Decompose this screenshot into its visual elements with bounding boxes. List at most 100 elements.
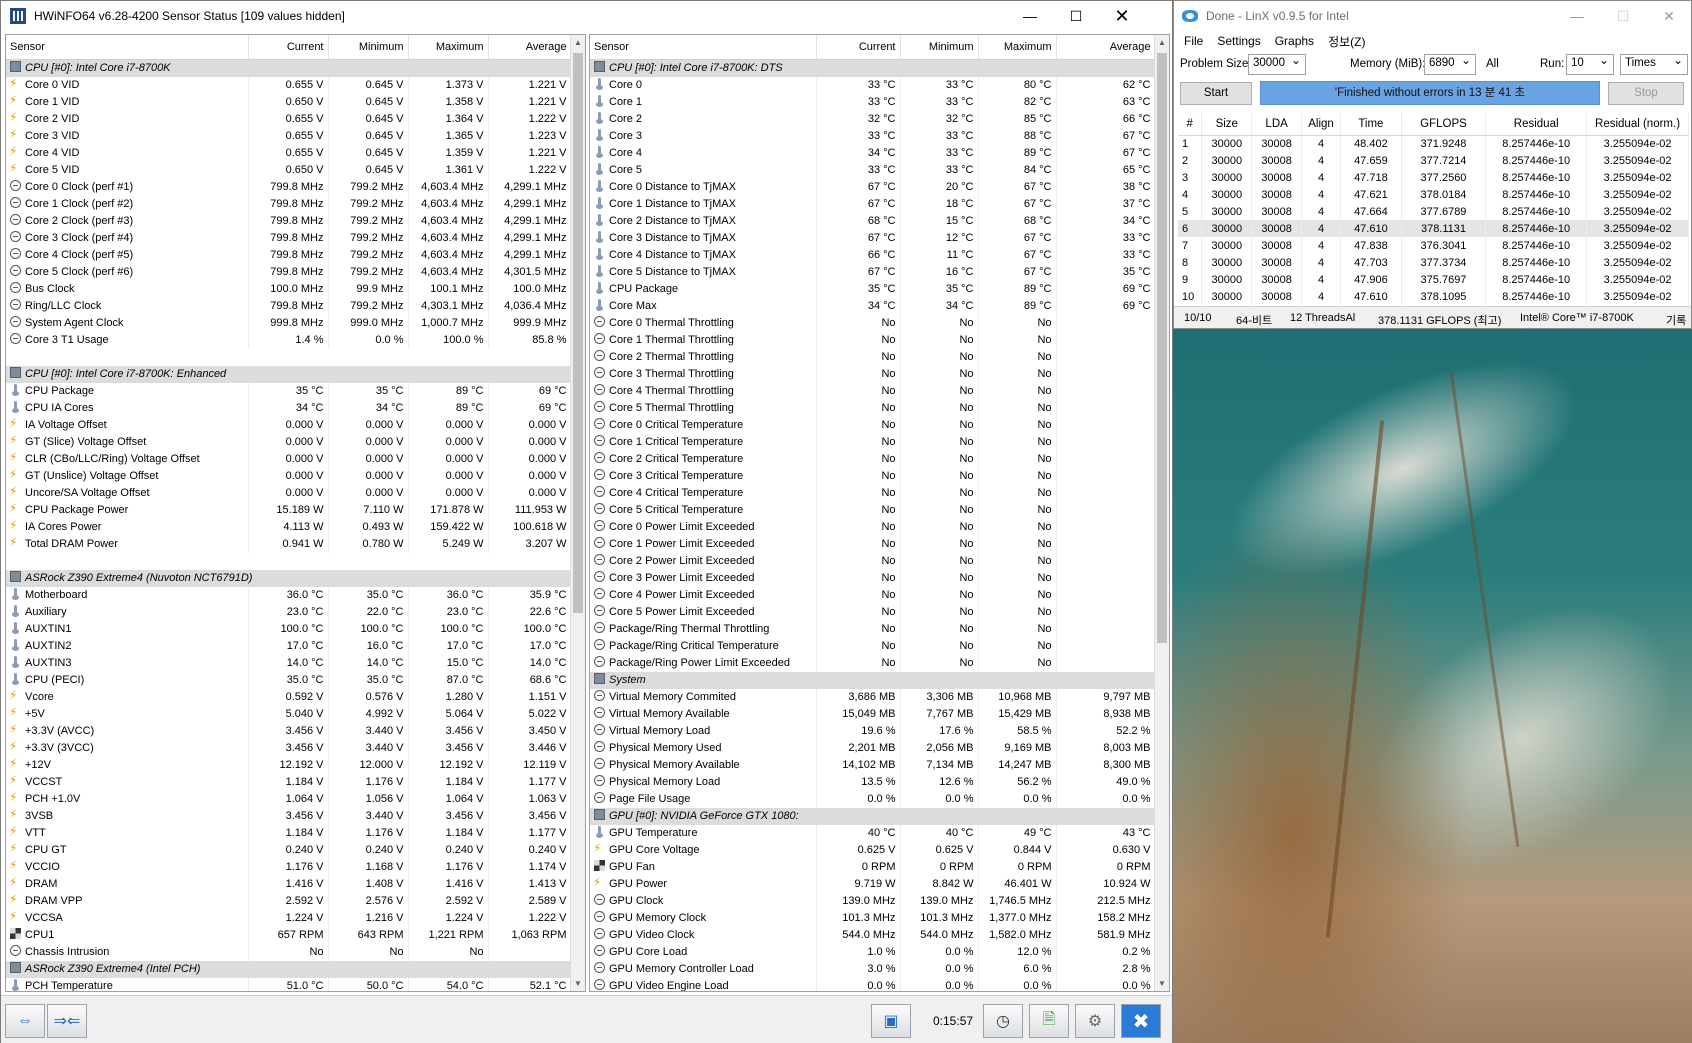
network-button[interactable]: ▣: [871, 1004, 911, 1038]
sensor-row[interactable]: Core 2 Thermal Throttling No No No: [590, 348, 1156, 366]
collapse-arrows-button[interactable]: ⇒⇐: [47, 1004, 87, 1038]
sensor-row[interactable]: Physical Memory Available 14,102 MB 7,134 …: [590, 756, 1156, 774]
minimize-button[interactable]: —: [1007, 1, 1053, 31]
sensor-row[interactable]: Core 3 Thermal Throttling No No No: [590, 365, 1156, 383]
col-index[interactable]: #: [1178, 113, 1203, 136]
sensor-row[interactable]: Core 2 Clock (perf #3) 799.8 MHz 799.2 MHz…: [6, 212, 572, 230]
sensor-group-row[interactable]: ASRock Z390 Extreme4 (Intel PCH): [6, 960, 572, 978]
sensor-row[interactable]: Core 2 Power Limit Exceeded No No No: [590, 552, 1156, 570]
sensor-row[interactable]: GPU Fan 0 RPM 0 RPM 0 RPM 0 RPM: [590, 858, 1156, 876]
sensor-row[interactable]: Core 2 Distance to TjMAX 68 °C 15 °C 68 °C 3…: [590, 212, 1156, 230]
col-residual-norm[interactable]: Residual (norm.): [1586, 113, 1689, 136]
log-tab[interactable]: 기록: [1666, 312, 1686, 328]
sensor-row[interactable]: Core 1 Distance to TjMAX 67 °C 18 °C 67 °C 3…: [590, 195, 1156, 213]
sensor-row[interactable]: +3.3V (AVCC)3.456 V3.440 V3.456 V3.450 V: [6, 722, 572, 740]
result-row[interactable]: 2 30000 30008 4 47.659 377.7214 8.257446e-10 3.…: [1178, 152, 1689, 169]
result-row[interactable]: 7 30000 30008 4 47.838 376.3041 8.257446e-10 3.…: [1178, 237, 1689, 254]
sensor-group-row[interactable]: CPU [#0]: Intel Core i7-8700K: Enhanced: [6, 365, 572, 383]
sensor-row[interactable]: GPU Core Voltage0.625 V0.625 V0.844 V0.6…: [590, 841, 1156, 859]
sensor-row[interactable]: Core 5 Clock (perf #6) 799.8 MHz 799.2 MHz…: [6, 263, 572, 281]
run-count-select[interactable]: 10: [1566, 53, 1614, 75]
sensor-row[interactable]: Core 5 VID 0.650 V0.645 V1.361 V1.222 V: [6, 161, 572, 179]
close-button[interactable]: ✕: [1099, 1, 1145, 31]
menu-file[interactable]: File: [1184, 34, 1203, 48]
sensor-row[interactable]: Virtual Memory Load 19.6 % 17.6 % 58.5 % 52.…: [590, 722, 1156, 740]
sensor-row[interactable]: AUXTIN1 100.0 °C 100.0 °C 100.0 °C 100.0 °C: [6, 620, 572, 638]
sensor-group-row[interactable]: CPU [#0]: Intel Core i7-8700K: [6, 59, 572, 77]
sensor-row[interactable]: CPU IA Cores 34 °C 34 °C 89 °C 69 °C: [6, 399, 572, 417]
result-row[interactable]: 3 30000 30008 4 47.718 377.2560 8.257446e-10 3.…: [1178, 169, 1689, 186]
col-current[interactable]: Current: [248, 35, 329, 60]
sensor-row[interactable]: Core 2 Critical Temperature No No No: [590, 450, 1156, 468]
sensor-row[interactable]: Core 0 33 °C 33 °C 80 °C 62 °C: [590, 76, 1156, 94]
sensor-row[interactable]: Core 3 Critical Temperature No No No: [590, 467, 1156, 485]
start-button[interactable]: Start: [1180, 82, 1252, 105]
sensor-row[interactable]: Core 0 Clock (perf #1) 799.8 MHz 799.2 MHz…: [6, 178, 572, 196]
col-time[interactable]: Time: [1340, 113, 1402, 136]
result-row[interactable]: 8 30000 30008 4 47.703 377.3734 8.257446e-10 3.…: [1178, 254, 1689, 271]
col-size[interactable]: Size: [1201, 113, 1253, 136]
settings-button[interactable]: ⚙: [1075, 1004, 1115, 1038]
sensor-row[interactable]: System Agent Clock 999.8 MHz 999.0 MHz 1,00…: [6, 314, 572, 332]
sensor-row[interactable]: Core 0 Distance to TjMAX 67 °C 20 °C 67 °C 3…: [590, 178, 1156, 196]
col-sensor[interactable]: Sensor: [6, 35, 249, 60]
sensor-row[interactable]: +3.3V (3VCC)3.456 V3.440 V3.456 V3.446 V: [6, 739, 572, 757]
sensor-row[interactable]: GPU Temperature 40 °C 40 °C 49 °C 43 °C: [590, 824, 1156, 842]
sensor-row[interactable]: DRAM VPP2.592 V2.576 V2.592 V2.589 V: [6, 892, 572, 910]
sensor-row[interactable]: Vcore 0.592 V0.576 V1.280 V1.151 V: [6, 688, 572, 706]
sensor-row[interactable]: GPU Clock 139.0 MHz 139.0 MHz 1,746.5 MHz 21…: [590, 892, 1156, 910]
sensor-row[interactable]: Core 1 33 °C 33 °C 82 °C 63 °C: [590, 93, 1156, 111]
sensor-row[interactable]: Core 5 Power Limit Exceeded No No No: [590, 603, 1156, 621]
close-sensors-button[interactable]: ✖: [1121, 1004, 1161, 1038]
sensor-row[interactable]: Ring/LLC Clock 799.8 MHz 799.2 MHz 4,303.1 …: [6, 297, 572, 315]
sensor-row[interactable]: Physical Memory Load 13.5 % 12.6 % 56.2 % 49…: [590, 773, 1156, 791]
left-scroll-thumb[interactable]: [573, 53, 583, 613]
col-maximum[interactable]: Maximum: [978, 35, 1057, 60]
clock-button[interactable]: ◷: [983, 1004, 1023, 1038]
all-checkbox-label[interactable]: All: [1486, 58, 1499, 70]
sensor-row[interactable]: GPU Power 9.719 W8.842 W46.401 W10.924 W: [590, 875, 1156, 893]
sensor-group-row[interactable]: CPU [#0]: Intel Core i7-8700K: DTS: [590, 59, 1156, 77]
sensor-row[interactable]: Core 4 Thermal Throttling No No No: [590, 382, 1156, 400]
sensor-row[interactable]: Core 4 Clock (perf #5) 799.8 MHz 799.2 MHz…: [6, 246, 572, 264]
sensor-row[interactable]: Core Max 34 °C 34 °C 89 °C 69 °C: [590, 297, 1156, 315]
sensor-row[interactable]: Bus Clock 100.0 MHz 99.9 MHz 100.1 MHz 100.0…: [6, 280, 572, 298]
sensor-row[interactable]: IA Cores Power 4.113 W0.493 W159.422 W100…: [6, 518, 572, 536]
right-scroll-thumb[interactable]: [1157, 53, 1167, 643]
sensor-row[interactable]: Core 4 VID 0.655 V0.645 V1.359 V1.221 V: [6, 144, 572, 162]
sensor-row[interactable]: Core 1 Clock (perf #2) 799.8 MHz 799.2 MHz…: [6, 195, 572, 213]
sensor-row[interactable]: Core 5 Distance to TjMAX 67 °C 16 °C 67 °C 3…: [590, 263, 1156, 281]
sensor-row[interactable]: CPU1 657 RPM 643 RPM 1,221 RPM 1,063 RPM: [6, 926, 572, 944]
scroll-up-arrow-icon[interactable]: ▲: [1155, 35, 1169, 50]
sensor-row[interactable]: Core 5 Critical Temperature No No No: [590, 501, 1156, 519]
sensor-row[interactable]: Core 0 Thermal Throttling No No No: [590, 314, 1156, 332]
sensor-row[interactable]: Total DRAM Power 0.941 W0.780 W5.249 W3.2…: [6, 535, 572, 553]
sensor-row[interactable]: VCCIO1.176 V1.168 V1.176 V1.174 V: [6, 858, 572, 876]
sensor-row[interactable]: CPU GT0.240 V0.240 V0.240 V0.240 V: [6, 841, 572, 859]
sensor-row[interactable]: Core 1 Critical Temperature No No No: [590, 433, 1156, 451]
log-file-button[interactable]: 🗎: [1029, 1004, 1069, 1038]
sensor-row[interactable]: Page File Usage 0.0 % 0.0 % 0.0 % 0.0 %: [590, 790, 1156, 808]
right-scrollbar[interactable]: ▲ ▼: [1154, 35, 1169, 991]
sensor-row[interactable]: Auxiliary 23.0 °C 22.0 °C 23.0 °C 22.6 °C: [6, 603, 572, 621]
sensor-row[interactable]: Core 3 VID 0.655 V0.645 V1.365 V1.223 V: [6, 127, 572, 145]
sensor-row[interactable]: GPU Core Load 1.0 % 0.0 % 12.0 % 0.2 %: [590, 943, 1156, 961]
sensor-row[interactable]: Core 1 Thermal Throttling No No No: [590, 331, 1156, 349]
result-row[interactable]: 1 30000 30008 4 48.402 371.9248 8.257446e-10 3.…: [1178, 135, 1689, 152]
sensor-row[interactable]: +12V12.192 V12.000 V12.192 V12.119 V: [6, 756, 572, 774]
col-minimum[interactable]: Minimum: [900, 35, 979, 60]
sensor-row[interactable]: VCCSA1.224 V1.216 V1.224 V1.222 V: [6, 909, 572, 927]
menu-info[interactable]: 정보(Z): [1328, 33, 1365, 50]
linx-title-bar[interactable]: Done - LinX v0.9.5 for Intel — ☐ ✕: [1174, 1, 1691, 31]
col-align[interactable]: Align: [1301, 113, 1342, 136]
sensor-row[interactable]: Core 0 VID 0.655 V0.645 V1.373 V1.221 V: [6, 76, 572, 94]
sensor-group-row[interactable]: System: [590, 671, 1156, 689]
sensor-row[interactable]: DRAM1.416 V1.408 V1.416 V1.413 V: [6, 875, 572, 893]
sensor-row[interactable]: Core 4 Distance to TjMAX 66 °C 11 °C 67 °C 3…: [590, 246, 1156, 264]
sensor-row[interactable]: Core 2 VID 0.655 V0.645 V1.364 V1.222 V: [6, 110, 572, 128]
sensor-row[interactable]: CPU (PECI) 35.0 °C 35.0 °C 87.0 °C 68.6 °C: [6, 671, 572, 689]
sensor-row[interactable]: Core 0 Power Limit Exceeded No No No: [590, 518, 1156, 536]
left-scrollbar[interactable]: ▲ ▼: [570, 35, 585, 991]
sensor-row[interactable]: IA Voltage Offset0.000 V0.000 V0.000 V0.…: [6, 416, 572, 434]
linx-close-button[interactable]: ✕: [1646, 1, 1692, 31]
